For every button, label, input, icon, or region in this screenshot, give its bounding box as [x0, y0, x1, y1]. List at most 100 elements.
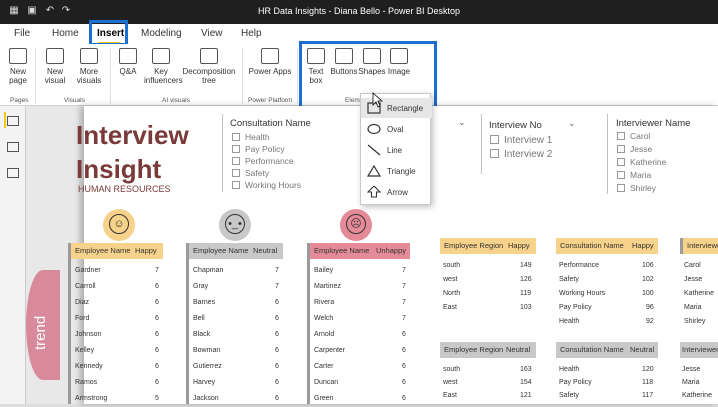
line-icon	[367, 144, 381, 156]
checkbox[interactable]	[617, 184, 625, 192]
qa-icon	[119, 48, 137, 64]
tab-help[interactable]: Help	[241, 28, 262, 39]
checkbox[interactable]	[232, 181, 240, 189]
consultation-slicer-header: Consultation Name	[230, 118, 311, 129]
table-row[interactable]: Rivera 7	[310, 295, 410, 311]
checkbox[interactable]	[232, 157, 240, 165]
table-row[interactable]: Bailey 7	[310, 263, 410, 279]
divider	[222, 114, 223, 192]
tab-home[interactable]: Home	[52, 28, 79, 39]
window-title: HR Data Insights - Diana Bello - Power B…	[257, 6, 461, 16]
slicer-item[interactable]: Performance	[232, 156, 294, 166]
table-header: Employee Region Happy	[440, 238, 536, 254]
slicer-item[interactable]: Maria	[617, 170, 651, 180]
table-row[interactable]: Chapman 7	[189, 263, 283, 279]
checkbox[interactable]	[617, 158, 625, 166]
region-neutral-table: Employee Region Neutral south 163 west 154 …	[440, 342, 536, 404]
table-row[interactable]: Gutierrez 6	[189, 359, 283, 375]
slicer-item[interactable]: Safety	[232, 168, 269, 178]
tab-view[interactable]: View	[201, 28, 223, 39]
table-row[interactable]: Health 92	[556, 314, 658, 330]
shapes-dropdown-menu: Rectangle Oval Line Triangle Arrow	[360, 93, 432, 205]
table-header: Interviewer	[680, 342, 718, 358]
table-row[interactable]: Ramos 6	[71, 375, 163, 391]
slicer-item[interactable]: Interview 2	[490, 149, 552, 160]
checkbox[interactable]	[232, 145, 240, 153]
table-row[interactable]: Bowman 6	[189, 343, 283, 359]
new-page-icon	[9, 48, 27, 64]
arrow-icon	[367, 186, 381, 198]
tab-modeling[interactable]: Modeling	[141, 28, 182, 39]
model-view-icon[interactable]	[7, 168, 19, 178]
shape-option-triangle[interactable]: Triangle	[361, 161, 432, 181]
table-row[interactable]: Green 6	[310, 391, 410, 407]
slicer-item[interactable]: Pay Policy	[232, 144, 285, 154]
trend-tab[interactable]: trend	[26, 270, 60, 380]
group-pages-label: Pages	[10, 97, 29, 104]
table-row[interactable]: Harvey 6	[189, 375, 283, 391]
data-view-icon[interactable]	[7, 142, 19, 152]
new-visual-button[interactable]: New visual	[40, 48, 70, 85]
report-subtitle: HUMAN RESOURCES	[78, 184, 171, 194]
checkbox[interactable]	[617, 132, 625, 140]
checkbox[interactable]	[617, 171, 625, 179]
table-row[interactable]: Johnson 6	[71, 327, 163, 343]
group-ai-visuals-label: AI visuals	[162, 97, 190, 104]
table-row[interactable]: Carroll 6	[71, 279, 163, 295]
table-row[interactable]: Ford 6	[71, 311, 163, 327]
triangle-icon	[367, 165, 381, 177]
table-row[interactable]: East 103	[440, 300, 536, 316]
chevron-down-icon[interactable]: ⌄	[458, 117, 466, 128]
report-view-icon[interactable]	[7, 116, 19, 126]
checkbox[interactable]	[232, 133, 240, 141]
sad-face-icon: ☹	[340, 209, 372, 241]
table-row[interactable]: Shirley	[680, 314, 718, 330]
slicer-item[interactable]: Health	[232, 132, 270, 142]
table-row[interactable]: Gardner 7	[71, 263, 163, 279]
key-influencers-button[interactable]: Key influencers	[144, 48, 183, 85]
table-row[interactable]: Diaz 6	[71, 295, 163, 311]
table-row[interactable]: Carpenter 6	[310, 343, 410, 359]
neutral-employee-table: Employee Name Neutral Chapman 7 Gray 7 Barn…	[186, 243, 288, 404]
new-page-button[interactable]: New page	[4, 48, 32, 85]
slicer-item[interactable]: Katherine	[617, 157, 666, 167]
ribbon-separator	[297, 48, 298, 104]
slicer-item[interactable]: Working Hours	[232, 180, 301, 190]
table-row[interactable]: Armstrong 5	[71, 391, 163, 407]
qa-button[interactable]: Q&A	[114, 48, 142, 76]
shape-option-oval[interactable]: Oval	[361, 119, 432, 139]
slicer-item[interactable]: Shirley	[617, 183, 656, 193]
table-row[interactable]: Martinez 7	[310, 279, 410, 295]
table-row[interactable]: Carter 6	[310, 359, 410, 375]
table-row[interactable]: East 121	[440, 388, 536, 404]
slicer-item[interactable]: Carol	[617, 131, 650, 141]
power-apps-button[interactable]: Power Apps	[246, 48, 294, 76]
table-row[interactable]: Barnes 6	[189, 295, 283, 311]
checkbox[interactable]	[490, 135, 499, 144]
slicer-item[interactable]: Interview 1	[490, 135, 552, 146]
tab-file[interactable]: File	[14, 28, 30, 39]
table-row[interactable]: Jackson 6	[189, 391, 283, 407]
table-row[interactable]: Welch 7	[310, 311, 410, 327]
table-row[interactable]: Arnold 6	[310, 327, 410, 343]
shape-option-line[interactable]: Line	[361, 140, 432, 160]
table-row[interactable]: Safety 117	[556, 388, 658, 404]
shape-option-arrow[interactable]: Arrow	[361, 182, 432, 202]
table-row[interactable]: Gray 7	[189, 279, 283, 295]
chevron-down-icon[interactable]: ⌄	[568, 118, 576, 129]
slicer-item[interactable]: Jesse	[617, 144, 652, 154]
table-row[interactable]: Bell 6	[189, 311, 283, 327]
table-row[interactable]: Kennedy 6	[71, 359, 163, 375]
checkbox[interactable]	[617, 145, 625, 153]
table-row[interactable]: Katherine	[680, 388, 718, 404]
key-influencers-icon	[152, 48, 170, 64]
checkbox[interactable]	[490, 149, 499, 158]
table-row[interactable]: Duncan 6	[310, 375, 410, 391]
decomposition-tree-button[interactable]: Decomposition tree	[180, 48, 238, 85]
more-visuals-button[interactable]: More visuals	[72, 48, 106, 85]
oval-icon	[367, 123, 381, 135]
table-row[interactable]: Kelley 6	[71, 343, 163, 359]
new-visual-icon	[46, 48, 64, 64]
checkbox[interactable]	[232, 169, 240, 177]
table-row[interactable]: Black 6	[189, 327, 283, 343]
